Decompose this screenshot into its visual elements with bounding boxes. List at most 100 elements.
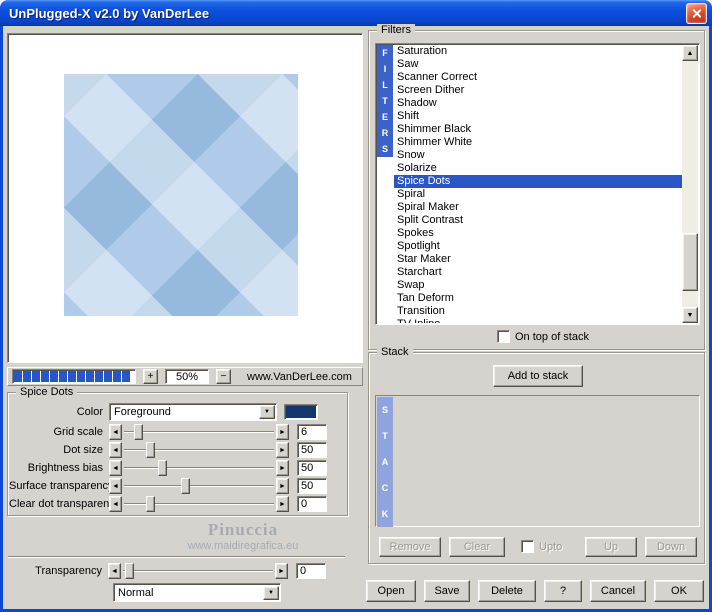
slider-left-arrow[interactable] xyxy=(109,460,122,476)
slider-track[interactable] xyxy=(122,563,274,579)
stack-list: S T A C K xyxy=(375,395,700,527)
slider-right-arrow[interactable] xyxy=(276,496,289,512)
scroll-up-icon[interactable] xyxy=(682,45,698,61)
on-top-checkbox-row[interactable]: On top of stack xyxy=(497,330,589,343)
params-group-label: Spice Dots xyxy=(16,386,78,399)
save-button[interactable]: Save xyxy=(424,580,470,602)
slider-thumb[interactable] xyxy=(125,563,135,579)
filter-item[interactable]: Screen Dither xyxy=(394,84,682,97)
param-value-input[interactable] xyxy=(297,496,327,512)
filter-item[interactable]: TV Inline xyxy=(394,318,682,323)
filter-scrollbar[interactable] xyxy=(682,45,698,323)
filter-item[interactable]: Spiral Maker xyxy=(394,201,682,214)
slider-thumb[interactable] xyxy=(145,442,155,458)
zoom-in-button[interactable]: + xyxy=(143,369,158,384)
up-button[interactable]: Up xyxy=(585,537,637,557)
filter-item[interactable]: Shimmer White xyxy=(394,136,682,149)
slider-thumb[interactable] xyxy=(157,460,167,476)
filter-item[interactable]: Spice Dots xyxy=(394,175,682,188)
upto-checkbox[interactable] xyxy=(521,540,534,553)
clear-button[interactable]: Clear xyxy=(449,537,505,557)
remove-button[interactable]: Remove xyxy=(379,537,441,557)
filter-item[interactable]: Scanner Correct xyxy=(394,71,682,84)
filter-item[interactable]: Starchart xyxy=(394,266,682,279)
filter-item[interactable]: Solarize xyxy=(394,162,682,175)
scroll-down-icon[interactable] xyxy=(682,307,698,323)
zoom-progress xyxy=(12,369,136,384)
filter-item[interactable]: Swap xyxy=(394,279,682,292)
upto-checkbox-row[interactable]: Upto xyxy=(521,540,562,553)
strip-letter: C xyxy=(381,483,389,493)
filter-item[interactable]: Split Contrast xyxy=(394,214,682,227)
titlebar[interactable]: UnPlugged-X v2.0 by VanDerLee xyxy=(0,0,712,26)
cancel-button[interactable]: Cancel xyxy=(590,580,646,602)
add-to-stack-button[interactable]: Add to stack xyxy=(493,365,583,387)
slider-track[interactable] xyxy=(123,478,275,494)
param-row: Clear dot transparency xyxy=(9,495,346,513)
slider-right-arrow[interactable] xyxy=(276,424,289,440)
slider-track[interactable] xyxy=(123,460,275,476)
slider-track[interactable] xyxy=(123,496,275,512)
param-value-input[interactable] xyxy=(297,424,327,440)
zoom-segment xyxy=(86,371,94,382)
slider-left-arrow[interactable] xyxy=(109,478,122,494)
zoom-out-button[interactable]: − xyxy=(216,369,231,384)
strip-letter: E xyxy=(381,112,388,122)
slider-right-arrow[interactable] xyxy=(275,563,288,579)
filter-item[interactable]: Shadow xyxy=(394,97,682,110)
slider-right-arrow[interactable] xyxy=(276,442,289,458)
preview-panel[interactable] xyxy=(7,33,363,363)
slider-thumb[interactable] xyxy=(133,424,143,440)
filter-item[interactable]: Spokes xyxy=(394,227,682,240)
slider-left-arrow[interactable] xyxy=(108,563,121,579)
chevron-down-icon[interactable] xyxy=(259,405,275,419)
slider-track[interactable] xyxy=(123,442,275,458)
slider-right-arrow[interactable] xyxy=(276,478,289,494)
slider-right-arrow[interactable] xyxy=(276,460,289,476)
help-button[interactable]: ? xyxy=(544,580,582,602)
slider-track[interactable] xyxy=(123,424,275,440)
slider-thumb[interactable] xyxy=(180,478,190,494)
delete-button[interactable]: Delete xyxy=(478,580,536,602)
filter-item[interactable]: Saturation xyxy=(394,45,682,58)
transparency-value-input[interactable] xyxy=(296,563,326,579)
filter-item[interactable]: Tan Deform xyxy=(394,292,682,305)
strip-letter: A xyxy=(381,457,389,467)
color-swatch[interactable] xyxy=(284,404,318,420)
param-row: Surface transparency xyxy=(9,477,346,495)
filter-item[interactable]: Shift xyxy=(394,110,682,123)
ok-button[interactable]: OK xyxy=(654,580,704,602)
preview-image[interactable] xyxy=(64,74,298,316)
slider-left-arrow[interactable] xyxy=(109,442,122,458)
blend-mode-select[interactable]: Normal xyxy=(113,583,281,602)
open-button[interactable]: Open xyxy=(366,580,416,602)
param-value-input[interactable] xyxy=(297,442,327,458)
slider-left-arrow[interactable] xyxy=(109,424,122,440)
filter-item[interactable]: Spotlight xyxy=(394,240,682,253)
filters-strip: FILTERS xyxy=(377,45,393,157)
param-value-input[interactable] xyxy=(297,460,327,476)
filter-item[interactable]: Transition xyxy=(394,305,682,318)
param-value-input[interactable] xyxy=(297,478,327,494)
slider-thumb[interactable] xyxy=(145,496,155,512)
chevron-down-icon[interactable] xyxy=(263,585,279,600)
strip-letter: R xyxy=(381,128,389,138)
param-row: Dot size xyxy=(9,441,346,459)
down-button[interactable]: Down xyxy=(645,537,697,557)
filter-item[interactable]: Spiral xyxy=(394,188,682,201)
filter-item[interactable]: Shimmer Black xyxy=(394,123,682,136)
color-select[interactable]: Foreground xyxy=(109,403,277,421)
scrollbar-thumb[interactable] xyxy=(682,233,698,291)
filter-item[interactable]: Snow xyxy=(394,149,682,162)
plugin-dialog: UnPlugged-X v2.0 by VanDerLee + 50% − ww… xyxy=(0,0,712,612)
on-top-checkbox[interactable] xyxy=(497,330,510,343)
filter-item[interactable]: Saw xyxy=(394,58,682,71)
watermark-name: Pinuccia xyxy=(207,520,279,539)
slider-left-arrow[interactable] xyxy=(109,496,122,512)
strip-letter: F xyxy=(382,48,388,58)
param-label: Dot size xyxy=(63,444,103,456)
blend-mode-value: Normal xyxy=(118,586,154,599)
filter-item[interactable]: Star Maker xyxy=(394,253,682,266)
close-button[interactable] xyxy=(686,2,707,24)
dialog-content: + 50% − www.VanDerLee.com Spice Dots Col… xyxy=(3,24,709,609)
